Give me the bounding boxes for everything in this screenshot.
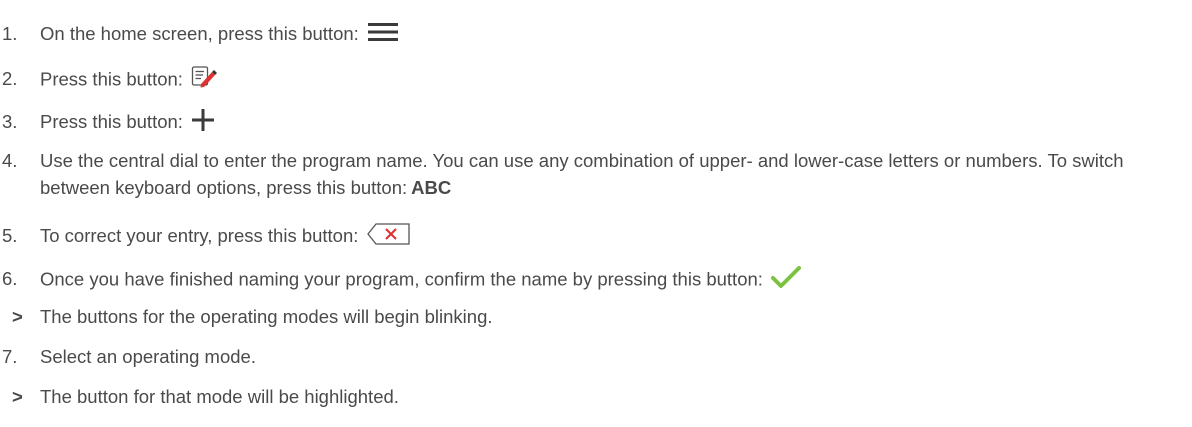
- instruction-list: 1. On the home screen, press this button…: [0, 0, 1192, 427]
- hamburger-menu-icon: [367, 21, 399, 50]
- abc-keyboard-button-label: ABC: [411, 177, 452, 198]
- step-5: 5. To correct your entry, press this but…: [0, 222, 1182, 252]
- result-text: The buttons for the operating modes will…: [40, 306, 493, 327]
- step-1: 1. On the home screen, press this button…: [0, 20, 1182, 50]
- result-1: > The buttons for the operating modes wi…: [0, 303, 1182, 330]
- step-4: 4. Use the central dial to enter the pro…: [0, 147, 1182, 201]
- result-text: The button for that mode will be highlig…: [40, 386, 399, 407]
- result-arrow: >: [12, 386, 23, 407]
- step-number: 7.: [2, 346, 18, 367]
- result-2: > The button for that mode will be highl…: [0, 383, 1182, 410]
- step-text: On the home screen, press this button:: [40, 23, 359, 44]
- result-arrow: >: [12, 306, 23, 327]
- step-number: 5.: [2, 225, 18, 246]
- step-number: 1.: [2, 23, 18, 44]
- step-number: 3.: [2, 111, 18, 132]
- plus-icon: [191, 108, 215, 138]
- checkmark-icon: [771, 265, 802, 296]
- step-text: Select an operating mode.: [40, 346, 256, 367]
- step-6: 6. Once you have finished naming your pr…: [0, 265, 1182, 296]
- step-3: 3. Press this button:: [0, 108, 1182, 138]
- step-text: Use the central dial to enter the progra…: [40, 150, 1124, 198]
- step-text: Press this button:: [40, 68, 183, 90]
- step-text: Once you have finished naming your progr…: [40, 268, 763, 290]
- backspace-delete-icon: [366, 222, 411, 252]
- step-text: To correct your entry, press this button…: [40, 225, 359, 246]
- step-7: 7. Select an operating mode.: [0, 343, 1182, 370]
- step-2: 2. Press this button:: [0, 65, 1182, 96]
- edit-note-icon: [191, 65, 218, 96]
- step-number: 4.: [2, 150, 18, 171]
- step-number: 2.: [2, 68, 18, 89]
- step-number: 6.: [2, 268, 18, 289]
- step-text: Press this button:: [40, 111, 183, 132]
